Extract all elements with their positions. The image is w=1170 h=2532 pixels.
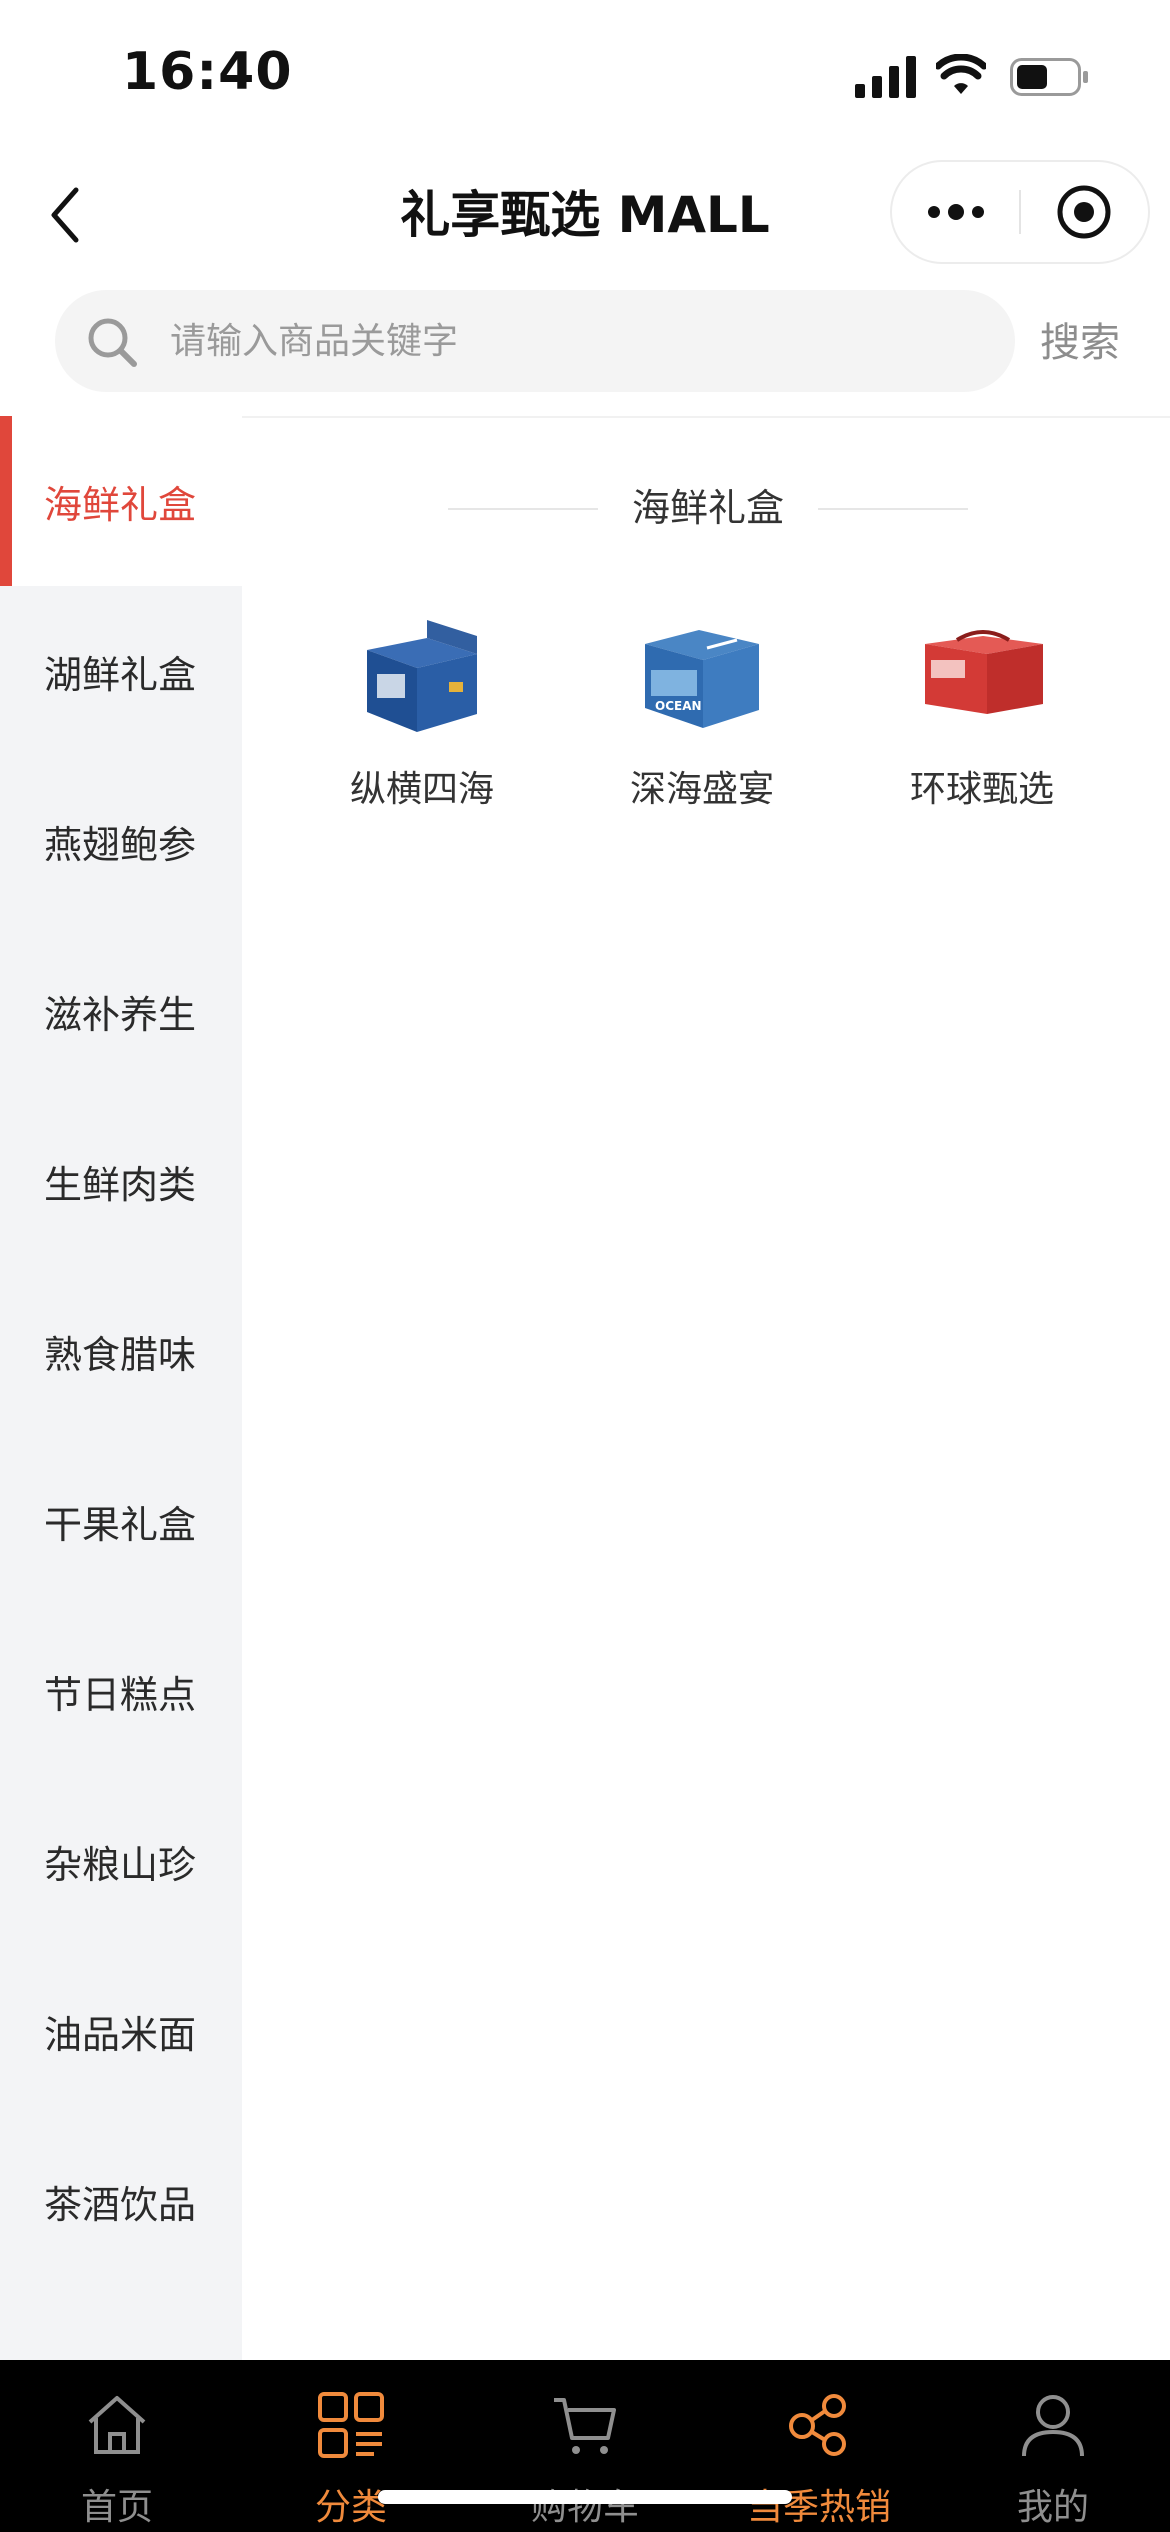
tab-label: 首页 bbox=[80, 2487, 153, 2528]
close-miniprogram-button[interactable] bbox=[1020, 162, 1148, 262]
sidebar-item-health-tonic[interactable]: 滋补养生 bbox=[0, 926, 242, 1096]
blue-gift-box-image bbox=[367, 620, 477, 732]
tab-label: 分类 bbox=[314, 2487, 387, 2528]
sidebar-item-seafood-gift-box[interactable]: 海鲜礼盒 bbox=[0, 416, 242, 586]
home-indicator bbox=[378, 2490, 792, 2504]
sidebar-item-fresh-meat[interactable]: 生鲜肉类 bbox=[0, 1096, 242, 1266]
navigation-bar: 礼享甄选 MALL bbox=[0, 150, 1170, 280]
tab-seasonal-hot[interactable]: 当季热销 bbox=[702, 2360, 936, 2532]
tab-bar: 首页 分类 购物车 当季热销 我的 bbox=[0, 2360, 1170, 2532]
header-divider bbox=[240, 416, 1170, 418]
search-bar bbox=[55, 290, 1015, 392]
cart-icon bbox=[554, 2398, 616, 2454]
product-card[interactable]: 纵横四海 bbox=[312, 610, 532, 830]
tab-label: 购物车 bbox=[530, 2487, 639, 2528]
sidebar-item-tea-wine-drinks[interactable]: 茶酒饮品 bbox=[0, 2116, 242, 2286]
status-time: 16:40 bbox=[122, 42, 293, 102]
category-sidebar: 海鲜礼盒 湖鲜礼盒 燕翅鲍参 滋补养生 生鲜肉类 熟食腊味 干果礼盒 节日糕点 … bbox=[0, 416, 242, 2360]
sidebar-item-festival-pastry[interactable]: 节日糕点 bbox=[0, 1606, 242, 1776]
share-icon bbox=[789, 2394, 846, 2456]
more-button[interactable] bbox=[892, 162, 1020, 262]
svg-text:OCEAN: OCEAN bbox=[655, 699, 702, 713]
cellular-signal-icon bbox=[855, 56, 916, 98]
search-icon bbox=[88, 318, 137, 367]
category-icon bbox=[318, 2392, 384, 2458]
more-dots-icon bbox=[928, 204, 984, 220]
ocean-gift-box-image: OCEAN bbox=[645, 630, 759, 728]
tab-label: 当季热销 bbox=[746, 2487, 891, 2528]
sidebar-item-grains-mountain[interactable]: 杂粮山珍 bbox=[0, 1776, 242, 1946]
product-card[interactable]: 环球甄选 bbox=[872, 610, 1092, 830]
target-icon bbox=[1057, 185, 1111, 239]
tab-category[interactable]: 分类 bbox=[234, 2360, 468, 2532]
sidebar-item-dried-fruit-gift-box[interactable]: 干果礼盒 bbox=[0, 1436, 242, 1606]
search-input[interactable] bbox=[170, 290, 990, 392]
sidebar-item-lake-seafood-gift-box[interactable]: 湖鲜礼盒 bbox=[0, 586, 242, 756]
home-icon bbox=[88, 2396, 146, 2454]
miniprogram-capsule bbox=[892, 162, 1148, 262]
product-name: 纵横四海 bbox=[349, 769, 494, 810]
screen: 16:40 礼享甄选 MALL 请输入商品关键字 搜索 海鲜礼盒 湖鲜礼盒 燕翅… bbox=[0, 0, 1170, 2532]
section-line-right bbox=[818, 508, 968, 510]
red-cooler-bag-image bbox=[925, 630, 1043, 714]
user-icon bbox=[1022, 2395, 1084, 2457]
tab-home[interactable]: 首页 bbox=[0, 2360, 234, 2532]
tab-cart[interactable]: 购物车 bbox=[468, 2360, 702, 2532]
product-name: 深海盛宴 bbox=[629, 769, 774, 810]
product-card[interactable]: OCEAN 深海盛宴 bbox=[592, 610, 812, 830]
wifi-icon bbox=[936, 54, 986, 94]
sidebar-item-oil-rice-noodle[interactable]: 油品米面 bbox=[0, 1946, 242, 2116]
search-button[interactable]: 搜索 bbox=[1030, 310, 1130, 376]
tab-label: 我的 bbox=[1016, 2487, 1089, 2528]
sidebar-item-birdnest-abalone[interactable]: 燕翅鲍参 bbox=[0, 756, 242, 926]
battery-icon bbox=[1010, 58, 1088, 96]
status-bar: 16:40 bbox=[0, 0, 1170, 150]
tab-profile[interactable]: 我的 bbox=[936, 2360, 1170, 2532]
section-header: 海鲜礼盒 bbox=[448, 470, 968, 546]
product-name: 环球甄选 bbox=[909, 769, 1054, 810]
sidebar-item-cured-food[interactable]: 熟食腊味 bbox=[0, 1266, 242, 1436]
